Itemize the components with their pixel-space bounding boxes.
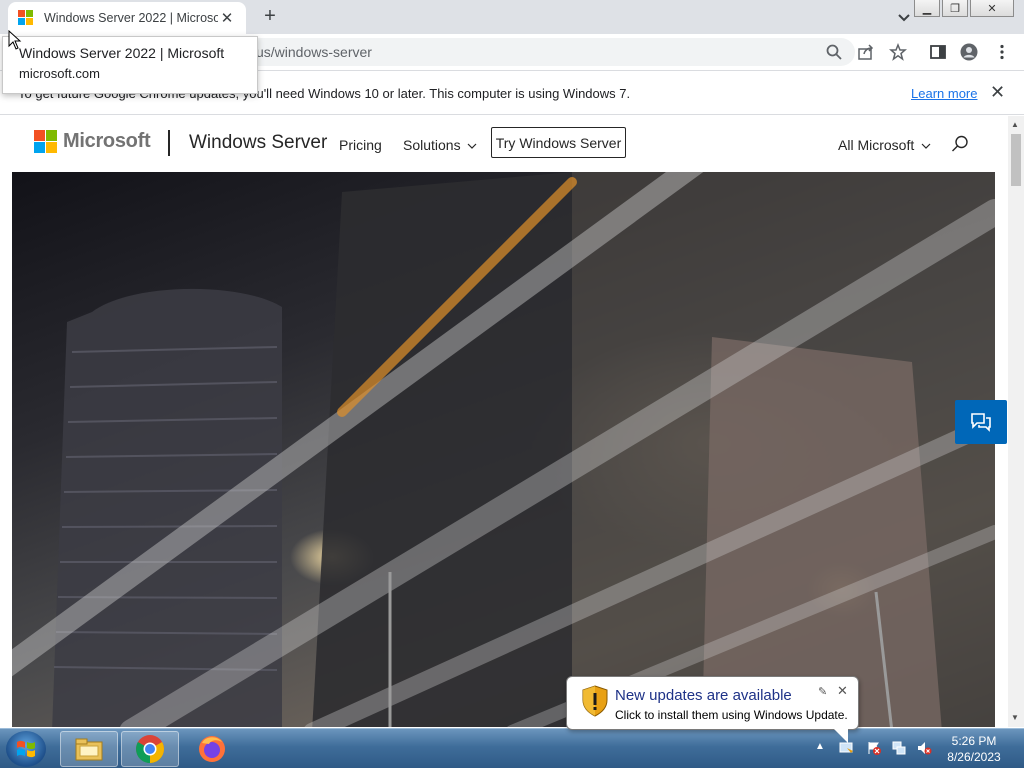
tab-title: Windows Server 2022 | Microsoft (44, 11, 218, 25)
new-tab-button[interactable]: + (258, 6, 282, 26)
tooltip-domain: microsoft.com (19, 66, 100, 81)
url-text[interactable]: us/windows-server (256, 44, 372, 60)
chevron-down-icon (468, 143, 477, 149)
scroll-up-arrow-icon[interactable]: ▲ (1011, 120, 1019, 129)
site-search-icon[interactable] (950, 134, 970, 154)
explorer-icon (75, 738, 103, 761)
profile-icon[interactable] (960, 43, 978, 61)
clock-date: 8/26/2023 (947, 750, 1001, 764)
start-button[interactable] (6, 731, 46, 767)
tooltip-title: Windows Server 2022 | Microsoft (19, 45, 225, 61)
chrome-icon (136, 735, 164, 763)
system-clock[interactable]: 5:26 PM 8/26/2023 (938, 733, 1010, 765)
browser-tab[interactable]: Windows Server 2022 | Microsoft ✕ (8, 2, 246, 34)
tab-search-chevron-icon[interactable] (895, 8, 913, 26)
clock-time: 5:26 PM (951, 734, 997, 748)
taskbar-explorer-button[interactable] (60, 731, 118, 767)
window-controls: ▁ ❐ ✕ (914, 0, 1014, 17)
balloon-options-icon[interactable]: ✎ (818, 685, 827, 698)
nav-solutions[interactable]: Solutions (403, 137, 477, 153)
favicon-icon (18, 10, 34, 26)
restore-button[interactable]: ❐ (942, 0, 968, 17)
windows-update-balloon[interactable]: New updates are available Click to insta… (566, 676, 859, 730)
hero-image (12, 172, 995, 727)
shield-warning-icon (582, 685, 608, 717)
try-windows-server-button[interactable]: Try Windows Server (491, 127, 626, 158)
balloon-title: New updates are available (615, 687, 792, 704)
infobar-close-icon[interactable]: ✕ (990, 82, 1005, 103)
firefox-icon (199, 736, 225, 762)
windows-taskbar: ▲ 5:26 PM 8/26/2023 (0, 728, 1024, 768)
minimize-button[interactable]: ▁ (914, 0, 940, 17)
page-scrollbar[interactable]: ▲ ▼ (1008, 116, 1024, 727)
windows-start-icon (17, 740, 35, 758)
page-viewport: Microsoft Windows Server Pricing Solutio… (0, 116, 1024, 727)
tab-strip: Windows Server 2022 | Microsoft ✕ + ▁ ❐ … (0, 0, 1024, 34)
nav-pricing[interactable]: Pricing (339, 137, 382, 153)
microsoft-logo-icon[interactable] (34, 130, 57, 153)
volume-muted-icon[interactable] (916, 740, 932, 756)
taskbar-chrome-button[interactable] (121, 731, 179, 767)
microsoft-brand[interactable]: Microsoft (63, 130, 151, 153)
balloon-close-icon[interactable]: ✕ (837, 683, 848, 699)
product-title[interactable]: Windows Server (189, 132, 327, 154)
menu-icon[interactable] (993, 43, 1011, 61)
search-icon[interactable] (825, 43, 843, 61)
city-night-illustration (12, 172, 995, 727)
chat-button[interactable] (955, 400, 1007, 444)
tab-hover-tooltip: Windows Server 2022 | Microsoft microsof… (2, 36, 258, 94)
balloon-body: Click to install them using Windows Upda… (615, 708, 848, 722)
nav-solutions-label: Solutions (403, 137, 461, 153)
mouse-cursor-icon (8, 30, 22, 50)
balloon-tail (834, 729, 848, 743)
sidebar-icon[interactable] (929, 43, 947, 61)
taskbar-firefox-button[interactable] (183, 731, 241, 767)
chat-icon (971, 413, 991, 432)
chevron-down-icon (921, 143, 931, 149)
site-header: Microsoft Windows Server Pricing Solutio… (0, 116, 1008, 172)
all-microsoft-label: All Microsoft (838, 137, 915, 153)
share-icon[interactable] (857, 43, 875, 61)
tray-expand-icon[interactable]: ▲ (815, 741, 825, 752)
tab-close-icon[interactable]: ✕ (218, 9, 236, 27)
star-icon[interactable] (889, 43, 907, 61)
action-center-icon[interactable] (866, 740, 882, 756)
close-window-button[interactable]: ✕ (970, 0, 1014, 17)
network-icon[interactable] (891, 740, 907, 756)
learn-more-link[interactable]: Learn more (911, 86, 977, 101)
scroll-thumb[interactable] (1011, 134, 1021, 186)
header-divider (168, 130, 170, 156)
scroll-down-arrow-icon[interactable]: ▼ (1011, 713, 1019, 722)
all-microsoft-menu[interactable]: All Microsoft (838, 137, 931, 153)
